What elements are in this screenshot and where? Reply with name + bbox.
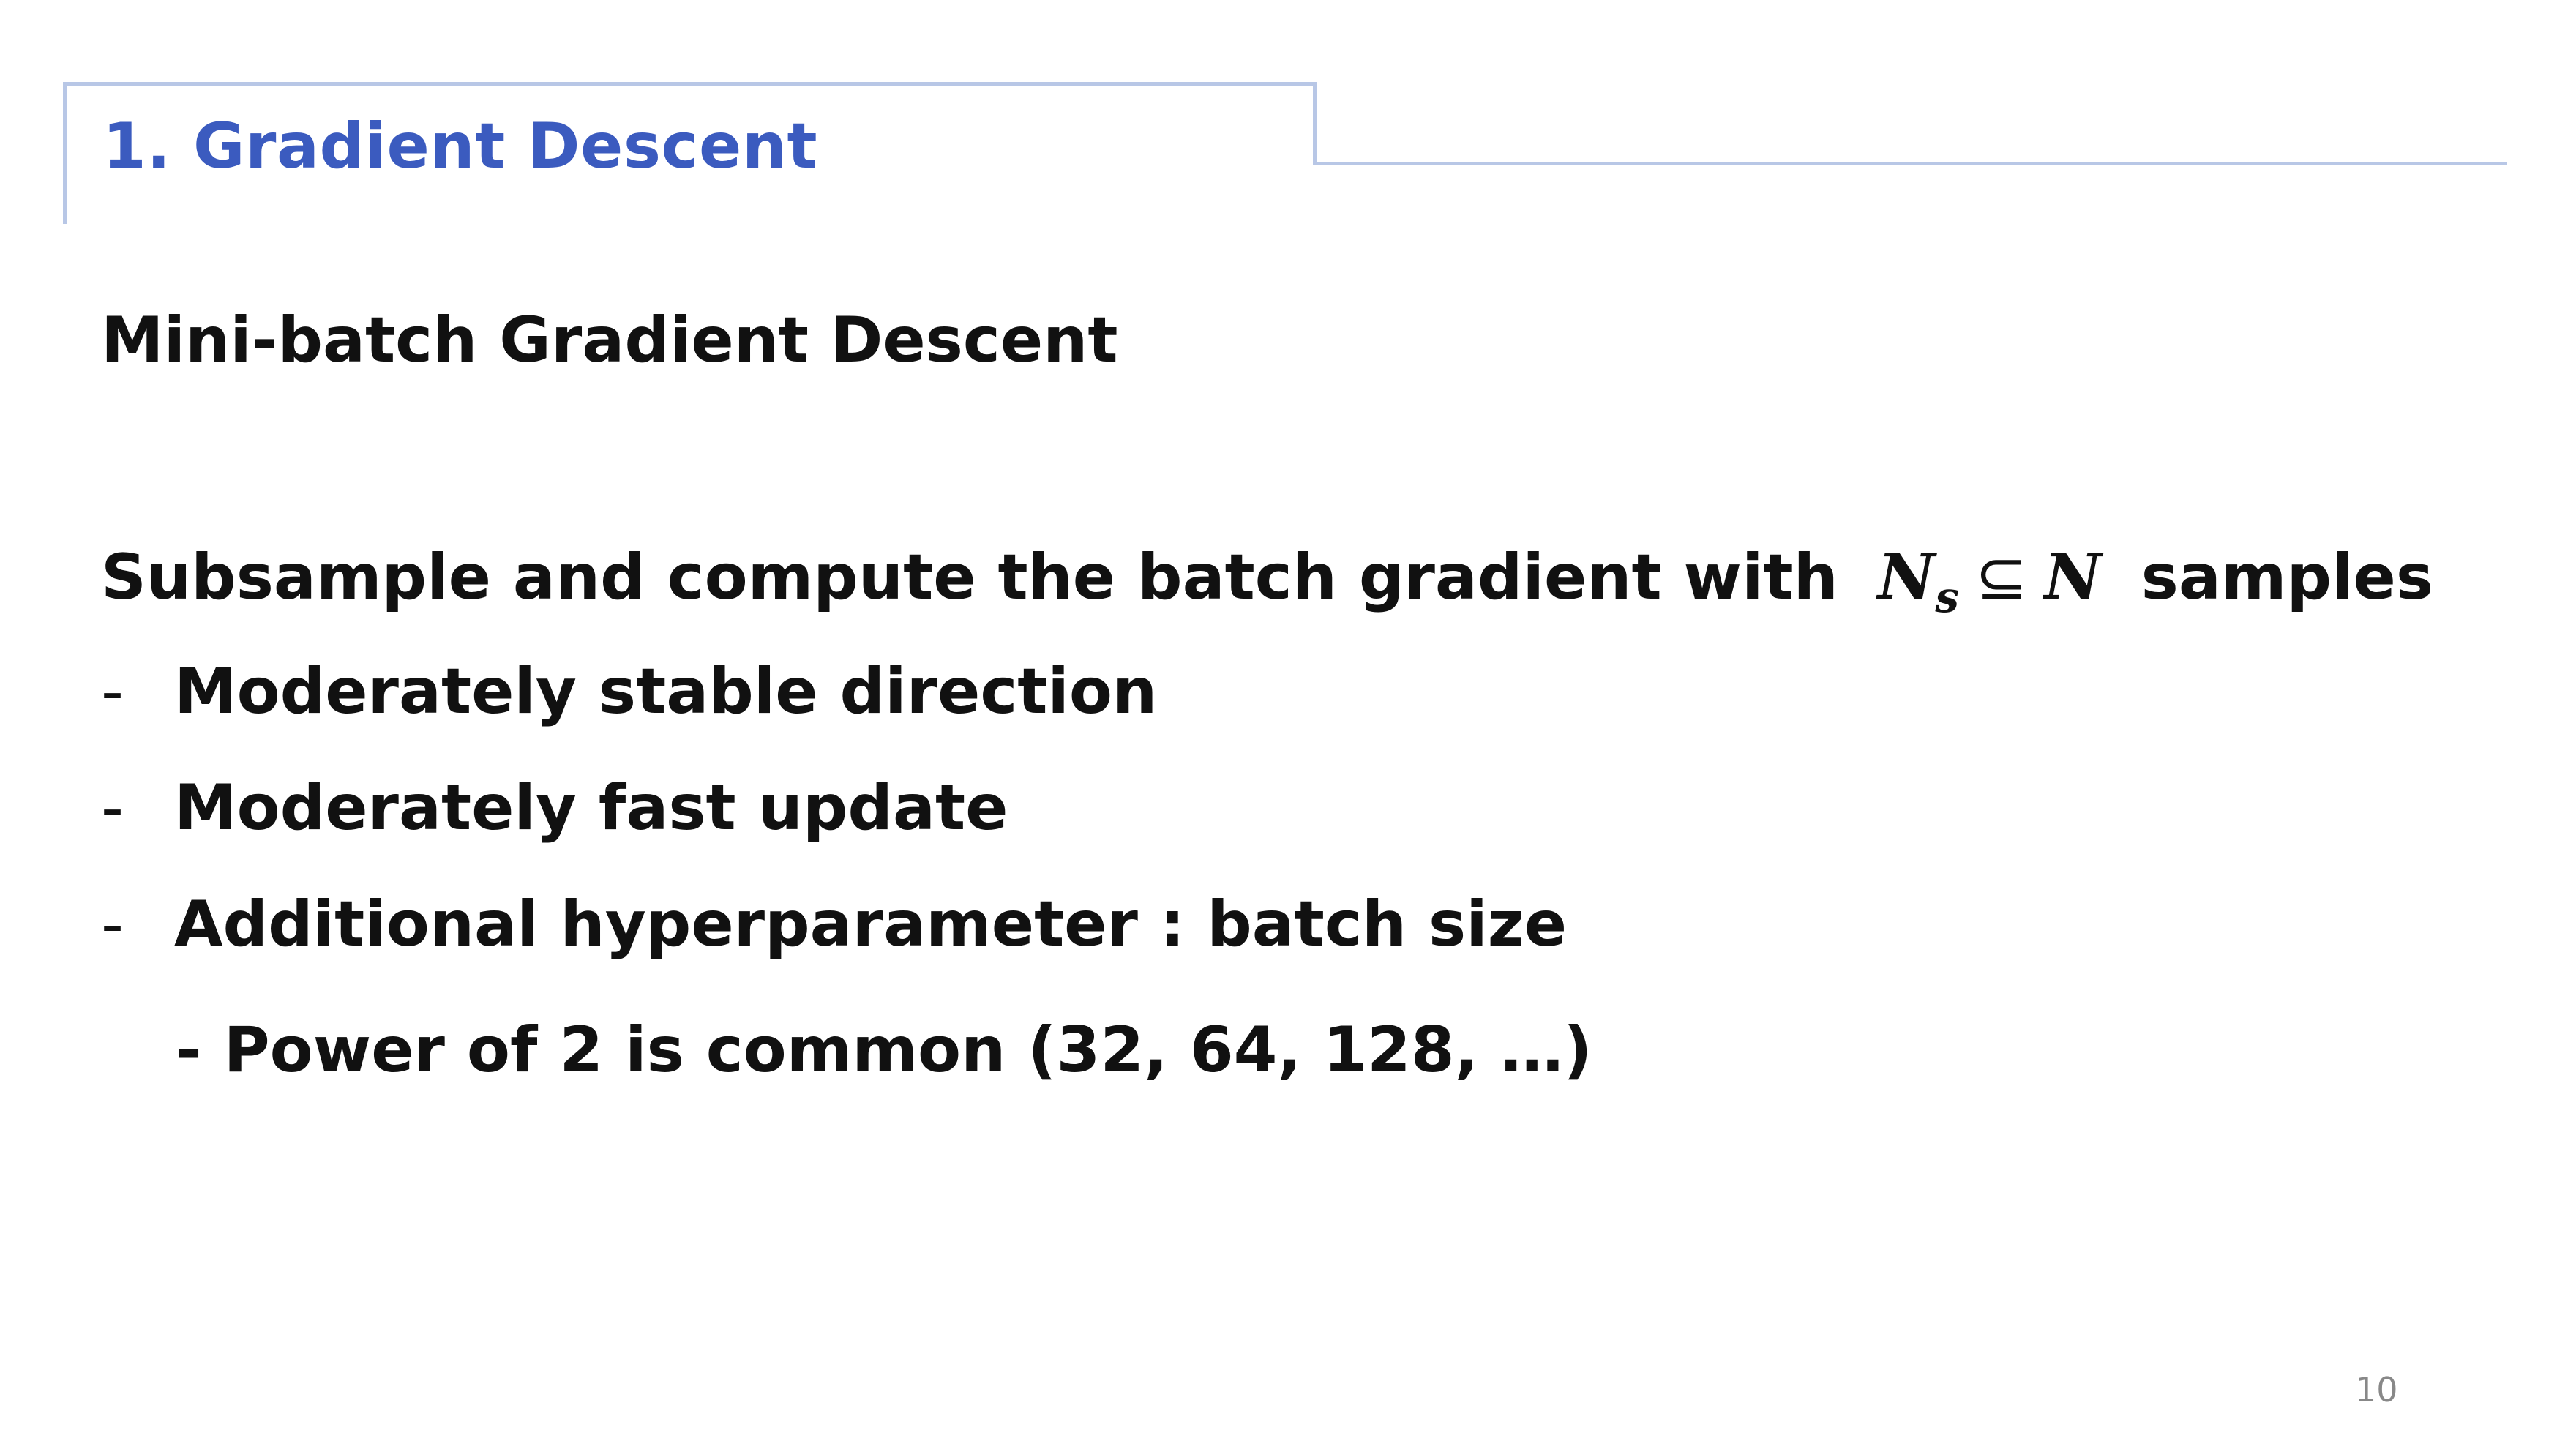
- main-statement-suffix: samples: [2141, 541, 2434, 614]
- bullet-text: Additional hyperparameter : batch size: [174, 888, 1568, 961]
- sub-bullet: - Power of 2 is common (32, 64, 128, …): [176, 1014, 1592, 1087]
- bullet-dash: -: [101, 888, 124, 961]
- bullet-item: - Moderately fast update: [101, 771, 1008, 845]
- section-subtitle: Mini-batch Gradient Descent: [101, 304, 1118, 377]
- slide-title: 1. Gradient Descent: [102, 110, 818, 183]
- bullet-dash: -: [101, 771, 124, 845]
- bullet-text: Moderately fast update: [174, 771, 1008, 845]
- header-frame-right: [1313, 82, 1317, 165]
- slide: 1. Gradient Descent Mini-batch Gradient …: [0, 0, 2576, 1449]
- header-frame-extension: [1313, 162, 2507, 165]
- main-statement-text: Subsample and compute the batch gradient…: [101, 541, 1838, 614]
- bullet-dash: -: [101, 655, 124, 728]
- header-frame-left: [63, 82, 67, 224]
- math-var-n2: N: [2044, 540, 2102, 614]
- main-statement: Subsample and compute the batch gradient…: [101, 540, 2434, 618]
- subset-symbol: ⊆: [1975, 541, 2029, 614]
- math-expression: Ns ⊆ N: [1877, 540, 2102, 618]
- page-number: 10: [2355, 1370, 2398, 1409]
- math-subscript: s: [1935, 572, 1960, 622]
- bullet-text: Moderately stable direction: [174, 655, 1158, 728]
- bullet-item: - Moderately stable direction: [101, 655, 1157, 728]
- header-frame-top: [63, 82, 1316, 86]
- math-var-n: N: [1877, 540, 1936, 614]
- bullet-item: - Additional hyperparameter : batch size: [101, 888, 1567, 961]
